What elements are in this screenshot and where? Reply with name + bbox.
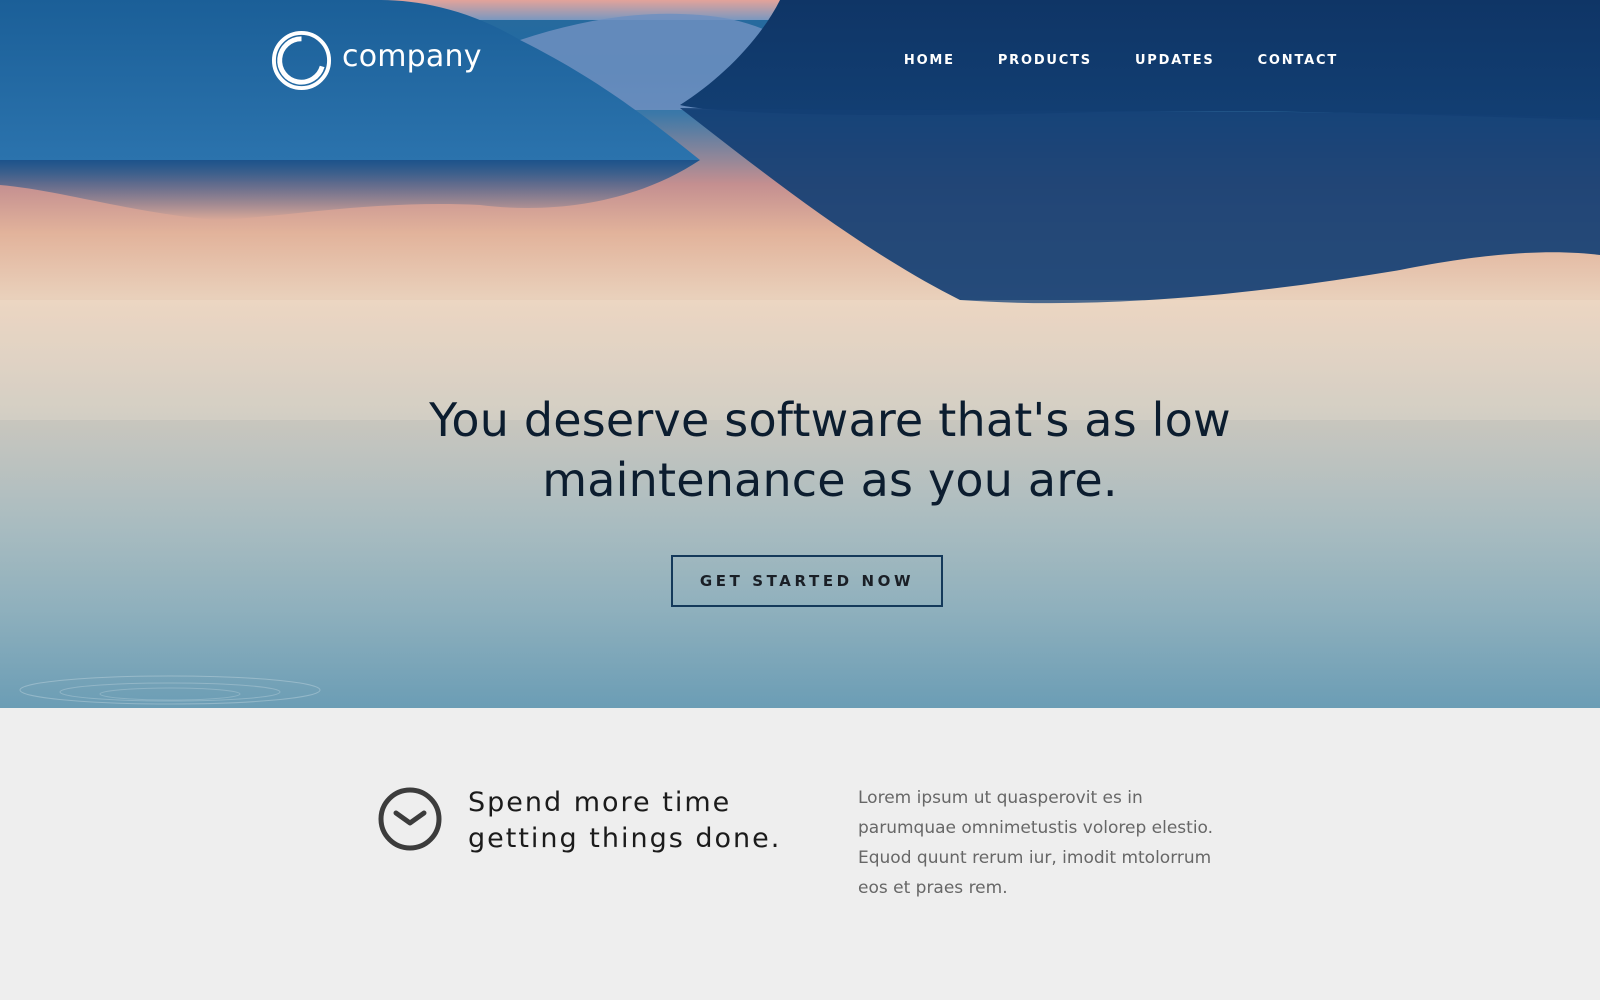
nav-item-products[interactable]: PRODUCTS bbox=[998, 53, 1092, 68]
hero-section: company HOME PRODUCTS UPDATES CONTACT Yo… bbox=[0, 0, 1600, 708]
get-started-button[interactable]: GET STARTED NOW bbox=[671, 555, 943, 607]
hero-headline: You deserve software that's as low maint… bbox=[429, 393, 1231, 507]
nav-item-updates[interactable]: UPDATES bbox=[1135, 53, 1215, 68]
feature-title: Spend more time getting things done. bbox=[468, 787, 782, 854]
brand-name: company bbox=[342, 39, 482, 74]
nav-item-contact[interactable]: CONTACT bbox=[1258, 53, 1338, 68]
logo-ring-icon bbox=[271, 30, 332, 91]
feature-description: Lorem ipsum ut quasperovit es in parumqu… bbox=[858, 788, 1214, 898]
clock-check-icon bbox=[378, 787, 442, 851]
nav-item-home[interactable]: HOME bbox=[904, 53, 955, 68]
main-nav: HOME PRODUCTS UPDATES CONTACT bbox=[861, 53, 1338, 68]
brand-logo[interactable]: company bbox=[270, 29, 482, 92]
